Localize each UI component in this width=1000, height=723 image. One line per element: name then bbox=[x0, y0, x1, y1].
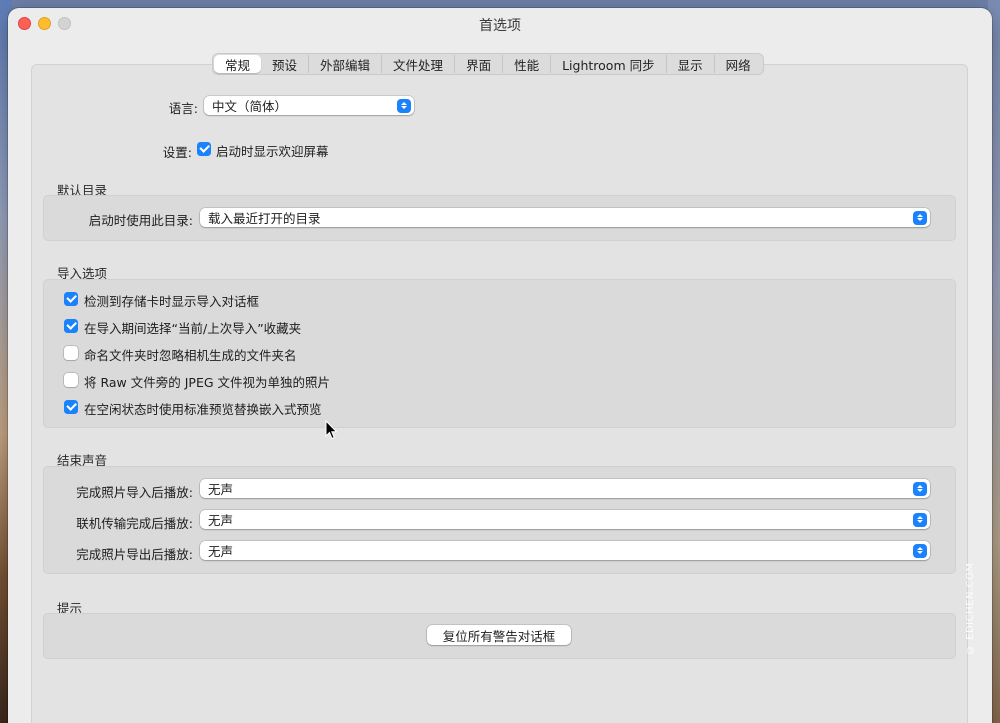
import-option-label: 在导入期间选择“当前/上次导入”收藏夹 bbox=[84, 321, 302, 336]
popup-arrows-icon bbox=[397, 98, 411, 113]
reset-warning-dialogs-button[interactable]: 复位所有警告对话框 bbox=[427, 625, 571, 645]
tether-sound-value: 无声 bbox=[208, 513, 234, 528]
export-sound-popup[interactable]: 无声 bbox=[200, 541, 930, 560]
tab-interface[interactable]: 界面 bbox=[455, 55, 504, 73]
replace-embedded-previews-checkbox[interactable] bbox=[64, 400, 78, 414]
import-sound-label: 完成照片导入后播放: bbox=[76, 485, 193, 500]
popup-arrows-icon bbox=[913, 481, 927, 496]
tab-external-editing[interactable]: 外部编辑 bbox=[309, 55, 383, 73]
watermark-text: © EDICHEN.COM bbox=[965, 562, 976, 655]
export-sound-value: 无声 bbox=[208, 544, 234, 559]
tab-presets[interactable]: 预设 bbox=[261, 55, 310, 73]
popup-arrows-icon bbox=[913, 210, 927, 225]
current-import-collection-checkbox[interactable] bbox=[64, 319, 78, 333]
import-option-label: 命名文件夹时忽略相机生成的文件夹名 bbox=[84, 348, 297, 363]
mouse-pointer-icon bbox=[325, 420, 338, 440]
tab-lightroom-sync[interactable]: Lightroom 同步 bbox=[551, 55, 667, 73]
language-value: 中文（简体） bbox=[212, 99, 288, 114]
preferences-tab-bar: 常规 预设 外部编辑 文件处理 界面 性能 Lightroom 同步 显示 网络 bbox=[212, 53, 764, 75]
tab-general[interactable]: 常规 bbox=[214, 55, 262, 73]
tab-performance[interactable]: 性能 bbox=[503, 55, 552, 73]
tether-sound-popup[interactable]: 无声 bbox=[200, 510, 930, 529]
tab-file-handling[interactable]: 文件处理 bbox=[382, 55, 456, 73]
settings-label: 设置: bbox=[162, 145, 192, 160]
export-sound-label: 完成照片导出后播放: bbox=[76, 547, 193, 562]
import-option-label: 将 Raw 文件旁的 JPEG 文件视为单独的照片 bbox=[84, 375, 330, 390]
tab-display[interactable]: 显示 bbox=[667, 55, 715, 73]
show-splash-label: 启动时显示欢迎屏幕 bbox=[216, 144, 329, 159]
tab-network[interactable]: 网络 bbox=[715, 55, 762, 73]
tether-sound-label: 联机传输完成后播放: bbox=[76, 516, 193, 531]
language-label: 语言: bbox=[168, 101, 198, 116]
startup-catalog-popup[interactable]: 载入最近打开的目录 bbox=[200, 208, 930, 227]
import-sound-popup[interactable]: 无声 bbox=[200, 479, 930, 498]
ignore-camera-folder-names-checkbox[interactable] bbox=[64, 346, 78, 360]
show-splash-checkbox[interactable] bbox=[197, 142, 211, 156]
startup-catalog-label: 启动时使用此目录: bbox=[88, 213, 193, 228]
startup-catalog-value: 载入最近打开的目录 bbox=[208, 211, 321, 226]
import-dialog-checkbox[interactable] bbox=[64, 292, 78, 306]
import-option-label: 在空闲状态时使用标准预览替换嵌入式预览 bbox=[84, 402, 322, 417]
import-sound-value: 无声 bbox=[208, 482, 234, 497]
popup-arrows-icon bbox=[913, 543, 927, 558]
popup-arrows-icon bbox=[913, 512, 927, 527]
import-option-label: 检测到存储卡时显示导入对话框 bbox=[84, 294, 260, 309]
window-title: 首选项 bbox=[479, 18, 521, 34]
preferences-window: 首选项 常规 预设 外部编辑 文件处理 界面 性能 Lightroom 同步 显… bbox=[8, 8, 992, 723]
jpeg-separate-photos-checkbox[interactable] bbox=[64, 373, 78, 387]
title-bar: 首选项 bbox=[8, 8, 992, 40]
language-popup[interactable]: 中文（简体） bbox=[204, 96, 414, 115]
